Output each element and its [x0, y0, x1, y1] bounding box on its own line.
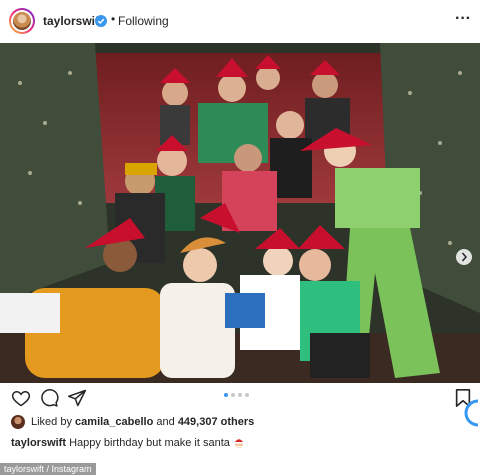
carousel-dot	[245, 393, 249, 397]
likes-count[interactable]: 449,307 others	[178, 416, 254, 428]
separator-dot: •	[111, 12, 116, 26]
chevron-right-icon	[461, 252, 467, 262]
send-icon[interactable]	[67, 388, 87, 408]
carousel-dot	[238, 393, 242, 397]
santa-emoji-icon	[234, 439, 244, 448]
likes-connector: and	[156, 416, 175, 428]
more-options-icon[interactable]: ···	[455, 11, 471, 27]
caption-text: Happy birthday but make it santa	[69, 437, 230, 449]
share-overlay-icon	[464, 399, 479, 427]
post-caption: taylorswift Happy birthday but make it s…	[11, 437, 245, 449]
carousel-indicator	[224, 393, 249, 397]
carousel-dot	[231, 393, 235, 397]
liker-avatar[interactable]	[11, 415, 25, 429]
comment-icon[interactable]	[39, 388, 59, 408]
post-photo[interactable]	[0, 43, 480, 383]
heart-icon[interactable]	[11, 388, 31, 408]
likes-line: Liked by camila_cabello and 449,307 othe…	[11, 414, 254, 430]
next-photo-button[interactable]	[456, 249, 472, 265]
verified-badge-icon	[95, 15, 107, 27]
avatar[interactable]	[9, 8, 35, 34]
following-button[interactable]: Following	[118, 14, 169, 28]
photo-credit: taylorswift / Instagram	[0, 463, 96, 475]
post-header: taylorswift • Following ···	[0, 0, 480, 43]
post-actions	[0, 383, 480, 411]
liked-by-label: Liked by	[31, 416, 72, 428]
post-username[interactable]: taylorswift	[43, 14, 103, 28]
liker-username[interactable]: camila_cabello	[75, 416, 153, 428]
carousel-dot	[224, 393, 228, 397]
caption-username[interactable]: taylorswift	[11, 437, 66, 449]
